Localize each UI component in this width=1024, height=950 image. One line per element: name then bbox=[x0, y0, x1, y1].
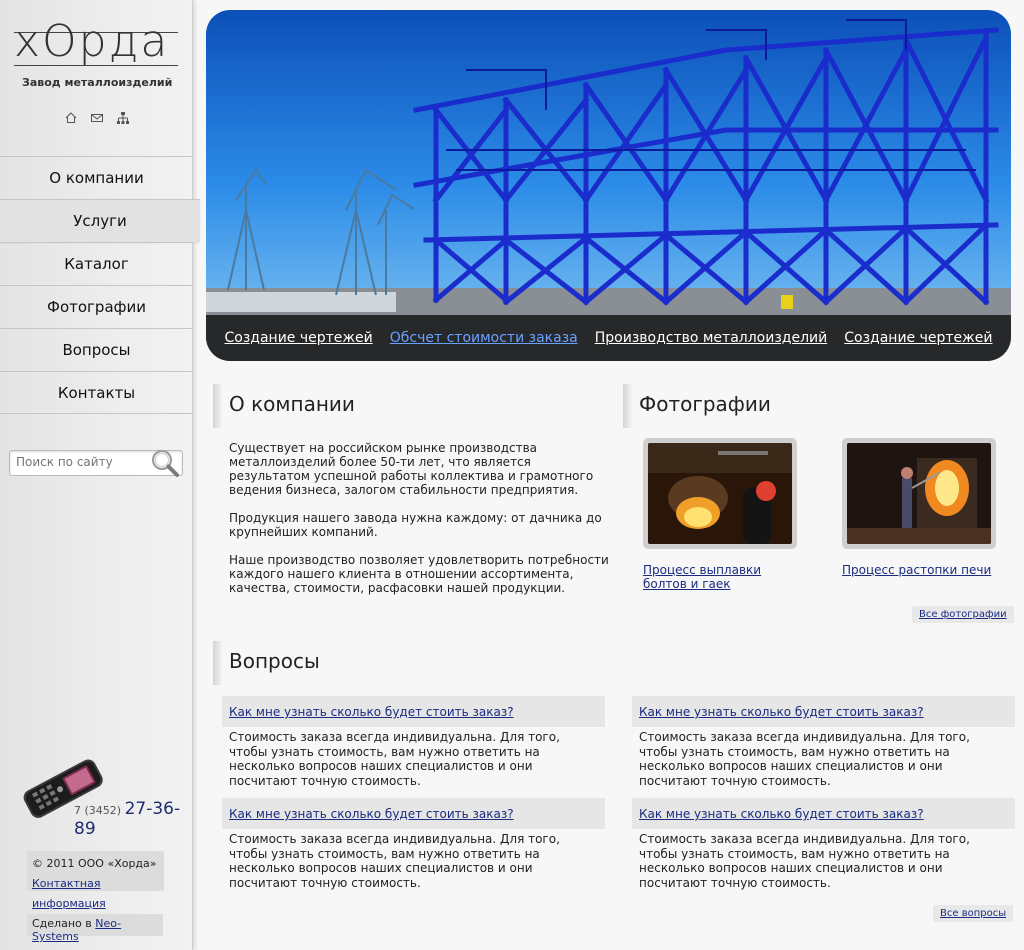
copyright-text: © 2011 ООО «Хорда» bbox=[32, 857, 157, 870]
faq-question-link[interactable]: Как мне узнать сколько будет стоить зака… bbox=[222, 696, 605, 727]
main-menu: О компании Услуги Каталог Фотографии Вопросы… bbox=[0, 156, 200, 414]
menu-item[interactable]: Каталог bbox=[0, 242, 193, 285]
faq-item: Как мне узнать сколько будет стоить зака… bbox=[222, 696, 605, 791]
menu-item[interactable]: Фотографии bbox=[0, 285, 193, 328]
faq-answer: Стоимость заказа всегда индивидуальна. Д… bbox=[229, 730, 560, 788]
photo-card-1[interactable]: Процесс выплавки болтов и гаек bbox=[643, 438, 798, 591]
search-box bbox=[9, 447, 183, 479]
banner-link[interactable]: Обсчет стоимости заказа bbox=[390, 330, 578, 346]
search-button[interactable] bbox=[148, 447, 182, 479]
photos-title: Фотографии bbox=[623, 384, 771, 428]
faq-question-link[interactable]: Как мне узнать сколько будет стоить зака… bbox=[222, 798, 605, 829]
menu-item[interactable]: Услуги bbox=[0, 199, 200, 242]
logo-subtitle: Завод металлоизделий bbox=[22, 76, 173, 89]
faq-answer: Стоимость заказа всегда индивидуальна. Д… bbox=[639, 730, 970, 788]
faq-question-link[interactable]: Как мне узнать сколько будет стоить зака… bbox=[632, 696, 1015, 727]
banner-link[interactable]: Создание чертежей bbox=[225, 330, 373, 346]
about-paragraph: Наше производство позволяет удовлетворит… bbox=[229, 553, 609, 595]
smelting-photo bbox=[648, 443, 792, 544]
menu-item[interactable]: О компании bbox=[0, 156, 193, 199]
made-by-box: Сделано в Neo-Systems bbox=[27, 914, 163, 943]
made-label: Сделано в bbox=[32, 917, 92, 930]
copyright-box: © 2011 ООО «Хорда» Контактная информация bbox=[27, 851, 164, 910]
about-text: Существует на российском рынке производс… bbox=[229, 441, 609, 609]
photo-card-2[interactable]: Процесс растопки печи bbox=[842, 438, 997, 577]
sitemap-icon[interactable] bbox=[116, 110, 130, 124]
faq-item: Как мне узнать сколько будет стоить зака… bbox=[632, 696, 1015, 791]
phone-contact: 7 (3452) 27-36-89 bbox=[74, 799, 192, 839]
about-paragraph: Продукция нашего завода нужна каждому: о… bbox=[229, 511, 602, 539]
banner-link[interactable]: Производство металлоизделий bbox=[595, 330, 828, 346]
faq-item: Как мне узнать сколько будет стоить зака… bbox=[632, 798, 1015, 893]
photo-frame[interactable] bbox=[842, 438, 996, 549]
menu-item[interactable]: Вопросы bbox=[0, 328, 193, 371]
faq-item: Как мне узнать сколько будет стоить зака… bbox=[222, 798, 605, 893]
sidebar: хОрда Завод металлоизделий О компании Усл… bbox=[0, 0, 200, 950]
top-icons bbox=[64, 110, 130, 124]
faq-answer: Стоимость заказа всегда индивидуальна. Д… bbox=[229, 832, 560, 890]
contact-info-link[interactable]: Контактная информация bbox=[32, 877, 106, 910]
home-icon[interactable] bbox=[64, 110, 78, 124]
all-photos-button[interactable]: Все фотографии bbox=[912, 606, 1014, 623]
faq-answer: Стоимость заказа всегда индивидуальна. Д… bbox=[639, 832, 970, 890]
photo-caption-link[interactable]: Процесс выплавки болтов и гаек bbox=[643, 563, 798, 591]
phone-code: 7 (3452) bbox=[74, 804, 122, 817]
furnace-photo bbox=[847, 443, 991, 544]
faq-title: Вопросы bbox=[213, 641, 320, 685]
about-paragraph: Существует на российском рынке производс… bbox=[229, 441, 594, 497]
faq-question-link[interactable]: Как мне узнать сколько будет стоить зака… bbox=[632, 798, 1015, 829]
hero-banner: Создание чертежей Обсчет стоимости заказа… bbox=[206, 10, 1011, 361]
logo[interactable]: хОрда Завод металлоизделий bbox=[14, 16, 180, 92]
banner-link[interactable]: Создание чертежей bbox=[844, 330, 992, 346]
all-questions-button[interactable]: Все вопросы bbox=[933, 905, 1014, 922]
photo-frame[interactable] bbox=[643, 438, 797, 549]
steel-structure-photo bbox=[206, 10, 1011, 361]
mail-icon[interactable] bbox=[90, 110, 104, 124]
menu-item[interactable]: Контакты bbox=[0, 371, 193, 414]
photo-caption-link[interactable]: Процесс растопки печи bbox=[842, 563, 997, 577]
banner-nav: Создание чертежей Обсчет стоимости заказа… bbox=[206, 315, 1011, 361]
logo-text: хОрда bbox=[14, 16, 170, 67]
magnifier-icon bbox=[152, 450, 179, 477]
search-input[interactable] bbox=[10, 451, 150, 473]
about-title: О компании bbox=[213, 384, 355, 428]
logo-line-bottom bbox=[14, 65, 178, 66]
